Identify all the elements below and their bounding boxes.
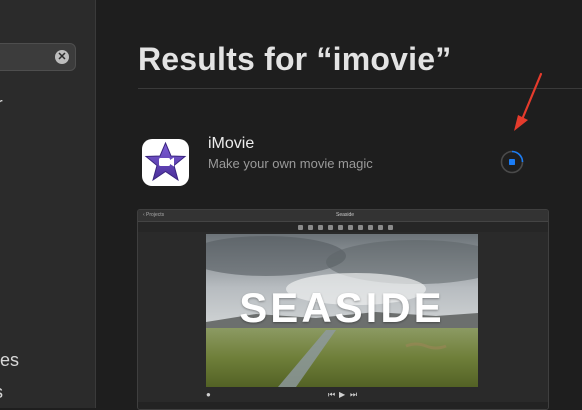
preview-back-link: ‹ Projects (143, 212, 165, 218)
app-subtitle: Make your own movie magic (208, 156, 373, 171)
sidebar-item-partial[interactable]: r (0, 94, 3, 114)
app-screenshot-preview[interactable]: ‹ Projects Seaside SEASIDE ⏮ ▶ ⏭ ● (137, 209, 549, 410)
tool-icon (368, 225, 373, 230)
preview-playback-controls: ⏮ ▶ ⏭ ● (138, 388, 548, 402)
search-input[interactable]: ✕ (0, 43, 76, 71)
page-title: Results for “imovie” (138, 41, 452, 77)
sidebar-item-partial-bottom[interactable]: s (0, 382, 3, 403)
preview-titlebar: ‹ Projects Seaside (138, 210, 548, 222)
preview-title: Seaside (336, 212, 355, 218)
download-progress-button[interactable] (500, 150, 524, 174)
app-name[interactable]: iMovie (208, 135, 254, 153)
clear-circle-icon[interactable]: ✕ (55, 50, 69, 64)
main-content: Results for “imovie” iMovie Make your ow… (96, 0, 582, 410)
preview-toolbar (138, 222, 548, 232)
mic-icon: ● (206, 390, 211, 399)
tool-icon (348, 225, 353, 230)
tool-icon (358, 225, 363, 230)
tool-icon (378, 225, 383, 230)
imovie-star-icon[interactable] (142, 139, 189, 186)
rewind-icon: ⏮ (328, 390, 336, 399)
sidebar-item-categories[interactable]: ies (0, 350, 19, 371)
stop-icon (509, 159, 515, 165)
tool-icon (308, 225, 313, 230)
video-title-text: SEASIDE (239, 284, 445, 331)
tool-icon (328, 225, 333, 230)
tool-icon (318, 225, 323, 230)
annotation-arrow (514, 72, 543, 131)
app-icon-graphic (144, 141, 187, 182)
video-frame: SEASIDE (206, 234, 478, 387)
sidebar: ✕ r ies s (0, 0, 96, 408)
forward-icon: ⏭ (350, 390, 358, 399)
play-icon: ▶ (339, 390, 346, 399)
tool-icon (388, 225, 393, 230)
tool-icon (338, 225, 343, 230)
tool-icon (298, 225, 303, 230)
